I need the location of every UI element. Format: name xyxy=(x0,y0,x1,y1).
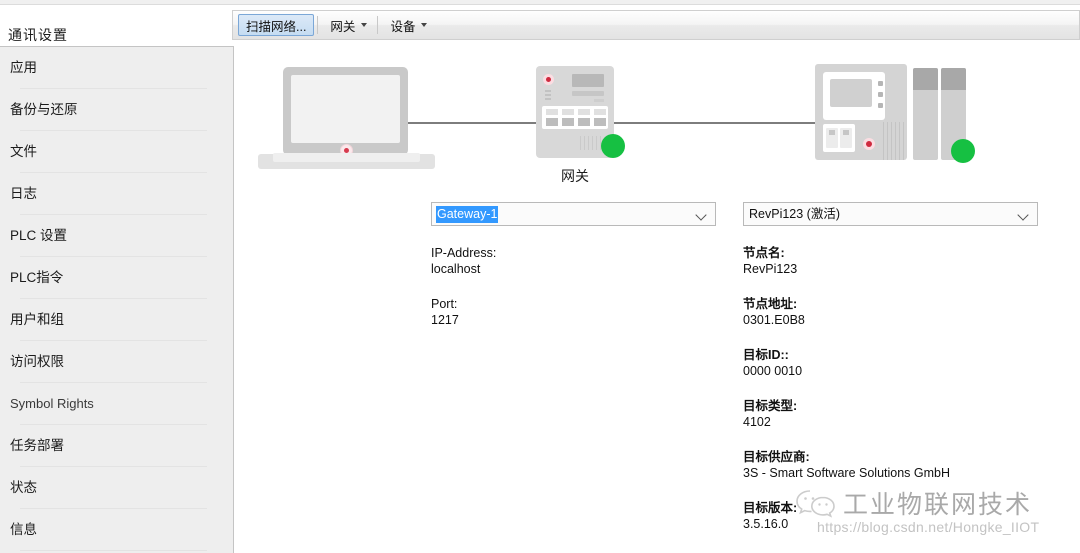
field-value: 3S - Smart Software Solutions GmbH xyxy=(743,465,1038,481)
device-status-dot xyxy=(951,139,975,163)
device-slot-lines xyxy=(883,122,903,160)
sidebar-item-6[interactable]: 用户和组 xyxy=(0,299,233,341)
field-label: IP-Address: xyxy=(431,245,716,261)
field-value: 1217 xyxy=(431,312,716,328)
toolbar-separator xyxy=(377,16,378,34)
sidebar-item-label: PLC 设置 xyxy=(10,228,67,243)
field-label: 目标ID:: xyxy=(743,347,1038,363)
sidebar-item-label: 任务部署 xyxy=(10,438,64,453)
field-value: 0301.E0B8 xyxy=(743,312,1038,328)
header-bar: 通讯设置 扫描网络... 网关 设备 xyxy=(0,5,1080,45)
sidebar-item-3[interactable]: 日志 xyxy=(0,173,233,215)
device-select-value: RevPi123 (激活) xyxy=(748,206,841,223)
gateway-vents xyxy=(580,136,602,150)
sidebar-item-label: 备份与还原 xyxy=(10,102,78,117)
wechat-icon xyxy=(795,487,839,519)
device-screen xyxy=(830,79,872,107)
sidebar-item-label: 状态 xyxy=(10,480,37,495)
sidebar-item-label: 文件 xyxy=(10,144,37,159)
device-menu-button[interactable]: 设备 xyxy=(383,14,434,36)
sidebar-item-5[interactable]: PLC指令 xyxy=(0,257,233,299)
watermark-url: https://blog.csdn.net/Hongke_IIOT xyxy=(817,519,1039,535)
chevron-down-icon xyxy=(361,23,367,27)
gateway-icon[interactable] xyxy=(536,66,614,161)
chevron-down-icon xyxy=(697,211,706,220)
laptop-icon[interactable] xyxy=(255,65,440,180)
sidebar-item-8[interactable]: Symbol Rights xyxy=(0,383,233,425)
gateway-display-strip xyxy=(572,91,604,96)
sidebar-item-9[interactable]: 任务部署 xyxy=(0,425,233,467)
gateway-panel: Gateway-1 IP-Address:localhost Port:1217 xyxy=(431,202,716,328)
field-row: 目标供应商:3S - Smart Software Solutions GmbH xyxy=(743,449,1038,481)
chevron-down-icon xyxy=(1019,211,1028,220)
network-diagram: 网关 xyxy=(235,46,1080,196)
sidebar-item-label: 应用 xyxy=(10,60,37,75)
sidebar: 应用备份与还原文件日志 PLC 设置 PLC指令用户和组访问权限 Symbol Rig… xyxy=(0,46,234,553)
field-value: RevPi123 xyxy=(743,261,1038,277)
gateway-menu-label: 网关 xyxy=(330,16,355,35)
gateway-menu-button[interactable]: 网关 xyxy=(323,14,374,36)
field-row: 节点地址:0301.E0B8 xyxy=(743,296,1038,328)
device-terminal-block xyxy=(823,124,855,152)
sidebar-item-label: PLC指令 xyxy=(10,270,63,285)
field-label: 节点地址: xyxy=(743,296,1038,312)
field-label: 目标供应商: xyxy=(743,449,1038,465)
gateway-port-block xyxy=(542,106,608,129)
sidebar-item-label: 信息 xyxy=(10,522,37,537)
sidebar-item-7[interactable]: 访问权限 xyxy=(0,341,233,383)
page-title: 通讯设置 xyxy=(8,25,68,45)
field-row: 目标类型:4102 xyxy=(743,398,1038,430)
gateway-field-list: IP-Address:localhost Port:1217 xyxy=(431,245,716,328)
device-icon[interactable] xyxy=(815,64,975,164)
field-label: 目标类型: xyxy=(743,398,1038,414)
sidebar-item-0[interactable]: 应用 xyxy=(0,47,233,89)
sidebar-item-11[interactable]: 信息 xyxy=(0,509,233,551)
toolbar-separator xyxy=(317,16,318,34)
watermark: 工业物联网技术 https://blog.csdn.net/Hongke_IIO… xyxy=(795,483,1080,553)
sidebar-item-2[interactable]: 文件 xyxy=(0,131,233,173)
wechat-icon-svg xyxy=(795,487,839,519)
field-row: 目标ID::0000 0010 xyxy=(743,347,1038,379)
sidebar-item-1[interactable]: 备份与还原 xyxy=(0,89,233,131)
field-row: IP-Address:localhost xyxy=(431,245,716,277)
watermark-brand: 工业物联网技术 xyxy=(843,485,1032,521)
sidebar-item-label: 用户和组 xyxy=(10,312,64,327)
laptop-keyboard xyxy=(273,153,420,162)
chevron-down-icon xyxy=(421,23,427,27)
sidebar-item-label: Symbol Rights xyxy=(10,396,94,411)
device-menu-label: 设备 xyxy=(390,16,415,35)
field-value: 4102 xyxy=(743,414,1038,430)
gateway-display xyxy=(572,74,604,87)
field-row: 节点名:RevPi123 xyxy=(743,245,1038,277)
sidebar-item-10[interactable]: 状态 xyxy=(0,467,233,509)
gateway-status-dot xyxy=(601,134,625,158)
field-row: Port:1217 xyxy=(431,296,716,328)
device-power-led-icon xyxy=(863,138,875,150)
gateway-caption: 网关 xyxy=(520,166,630,186)
gateway-display-mark xyxy=(594,99,604,102)
link-gateway-device xyxy=(610,122,820,124)
device-select[interactable]: RevPi123 (激活) xyxy=(743,202,1038,226)
field-value: localhost xyxy=(431,261,716,277)
sidebar-item-label: 访问权限 xyxy=(10,354,64,369)
gateway-power-led-icon xyxy=(543,74,554,85)
device-front-panel xyxy=(823,72,885,120)
gateway-select-value: Gateway-1 xyxy=(436,206,498,223)
gateway-select[interactable]: Gateway-1 xyxy=(431,202,716,226)
laptop-screen xyxy=(291,75,400,143)
sidebar-item-4[interactable]: PLC 设置 xyxy=(0,215,233,257)
toolbar: 扫描网络... 网关 设备 xyxy=(232,10,1080,40)
main-content: 网关 Ga xyxy=(235,46,1080,553)
scan-network-button[interactable]: 扫描网络... xyxy=(238,14,314,36)
field-label: Port: xyxy=(431,296,716,312)
field-label: 节点名: xyxy=(743,245,1038,261)
field-value: 0000 0010 xyxy=(743,363,1038,379)
sidebar-item-label: 日志 xyxy=(10,186,37,201)
device-module xyxy=(913,68,938,160)
